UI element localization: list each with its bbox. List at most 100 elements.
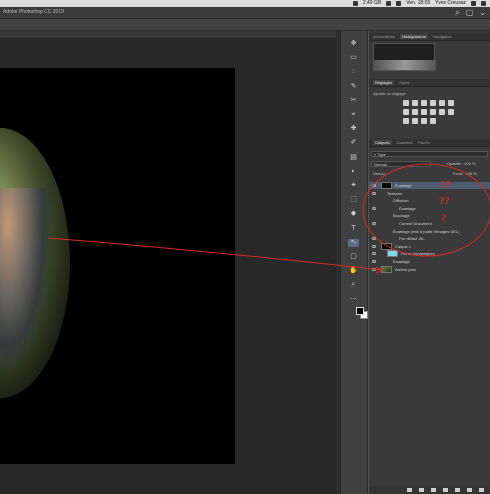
- bw-icon[interactable]: [412, 109, 418, 115]
- history-brush-tool-icon[interactable]: ✦: [348, 182, 359, 190]
- mask-icon[interactable]: [431, 488, 436, 492]
- dodge-tool-icon[interactable]: ↖: [348, 238, 359, 247]
- trash-icon[interactable]: [479, 488, 484, 492]
- eye-icon[interactable]: [372, 184, 376, 187]
- layer-row[interactable]: Current Document: [369, 220, 490, 227]
- layer-name: Current Document: [399, 221, 432, 226]
- layer-name: Écaelage (rédi à partir d'images DEL): [393, 228, 460, 234]
- fill-control[interactable]: Fond : 100 %: [453, 171, 477, 176]
- photo-filter-icon[interactable]: [421, 109, 427, 115]
- layer-row[interactable]: Calque 1: [369, 242, 490, 250]
- shape-tool-icon[interactable]: ⋯: [348, 296, 359, 304]
- eye-icon[interactable]: [372, 252, 376, 256]
- lookup-icon[interactable]: [439, 109, 445, 115]
- eye-icon[interactable]: [372, 206, 376, 210]
- new-layer-icon[interactable]: [467, 488, 472, 492]
- eye-icon[interactable]: [372, 237, 376, 241]
- exposure-icon[interactable]: [430, 100, 436, 106]
- threshold-icon[interactable]: [412, 118, 418, 124]
- layer-row[interactable]: Par défaut ISL: [369, 235, 490, 242]
- channel-mixer-icon[interactable]: [430, 109, 436, 115]
- marquee-tool-icon[interactable]: ▭: [348, 54, 359, 62]
- tab-informations[interactable]: Informations: [373, 34, 395, 39]
- move-tool-icon[interactable]: ✥: [348, 40, 359, 48]
- tab-histogram[interactable]: Histogramme: [400, 34, 428, 39]
- hue-icon[interactable]: [448, 100, 454, 106]
- brightness-icon[interactable]: [403, 100, 409, 106]
- layer-row[interactable]: Diffusion: [369, 197, 490, 204]
- eye-icon[interactable]: [372, 267, 376, 271]
- crop-tool-icon[interactable]: ✂: [348, 97, 359, 105]
- adjustment-layer-icon[interactable]: [443, 488, 448, 492]
- tab-layers[interactable]: Calques: [373, 140, 392, 145]
- tab-navigation[interactable]: Navigation: [433, 34, 452, 39]
- type-tool-icon[interactable]: ✋: [348, 267, 359, 275]
- clock: Ven. 18:09: [406, 0, 431, 6]
- eye-icon[interactable]: [372, 191, 376, 195]
- layer-row[interactable]: Filtres dynamiques: [369, 250, 490, 258]
- layer-name: Diffusion: [393, 198, 409, 204]
- lasso-tool-icon[interactable]: ◌: [348, 68, 359, 76]
- eye-icon[interactable]: [372, 222, 376, 225]
- gradient-tool-icon[interactable]: ◆: [348, 210, 359, 218]
- quick-select-tool-icon[interactable]: ✎: [348, 83, 359, 91]
- frame-tool-icon[interactable]: ⌖: [348, 111, 359, 119]
- document-tab[interactable]: [0, 31, 336, 39]
- layer-name: Textures: [387, 190, 403, 196]
- workspace-icon[interactable]: ▢: [466, 8, 474, 18]
- volume-icon[interactable]: [396, 1, 402, 6]
- layer-row[interactable]: Bouclage: [369, 212, 490, 219]
- pen-tool-icon[interactable]: ▢: [348, 253, 359, 261]
- eye-icon[interactable]: [372, 260, 376, 263]
- curves-icon[interactable]: [421, 100, 427, 106]
- chevron-down-icon[interactable]: ⌄: [479, 8, 486, 18]
- eye-icon[interactable]: [372, 244, 376, 248]
- histogram-graph: [373, 43, 436, 71]
- balance-icon[interactable]: [403, 109, 409, 115]
- brush-tool-icon[interactable]: ▤: [348, 154, 359, 162]
- fx-icon[interactable]: [419, 488, 424, 492]
- layer-row[interactable]: Textures: [369, 190, 490, 197]
- opacity-control[interactable]: Opacité : 100 %: [447, 161, 475, 166]
- eraser-tool-icon[interactable]: ⬚: [348, 196, 359, 204]
- tab-adjustments[interactable]: Réglages: [373, 80, 394, 85]
- wifi-icon[interactable]: [386, 1, 392, 6]
- invert-icon[interactable]: [448, 109, 454, 115]
- gradient-map-icon[interactable]: [421, 118, 427, 124]
- layer-thumbnail: [381, 242, 392, 250]
- user-name[interactable]: Yves Creusaz: [435, 0, 466, 7]
- layer-filter-select[interactable]: ⌕ Type: [371, 151, 488, 157]
- vibrance-icon[interactable]: [439, 100, 445, 106]
- menu-list-icon[interactable]: [481, 1, 486, 6]
- layer-name: Écaelage: [395, 183, 412, 188]
- tab-paths[interactable]: Tracés: [417, 140, 429, 145]
- layer-row[interactable]: Écaelage: [369, 205, 490, 212]
- selective-color-icon[interactable]: [430, 118, 436, 124]
- blend-mode-select[interactable]: Normal: [371, 161, 431, 167]
- lock-label: Verrou :: [373, 171, 388, 176]
- blur-tool-icon[interactable]: T: [348, 225, 359, 233]
- layer-name: Écaelage: [399, 205, 416, 211]
- layer-thumbnail: [387, 250, 398, 258]
- options-bar: [0, 19, 490, 31]
- posterize-icon[interactable]: [403, 118, 409, 124]
- folder-icon[interactable]: [455, 488, 460, 492]
- layer-row[interactable]: Écaelage (rédi à partir d'images DEL): [369, 228, 490, 235]
- layer-row[interactable]: Arrière-plan: [369, 265, 490, 273]
- annotation-question-2: ??: [439, 195, 450, 207]
- layer-row[interactable]: Écaelage: [369, 258, 490, 265]
- eyedropper-tool-icon[interactable]: ✚: [348, 125, 359, 133]
- stamp-tool-icon[interactable]: ◐: [348, 168, 359, 176]
- photo-subject: [0, 188, 50, 368]
- image-canvas[interactable]: [0, 68, 235, 464]
- healing-tool-icon[interactable]: ✐: [348, 139, 359, 147]
- foreground-color-swatch[interactable]: [356, 307, 364, 315]
- tab-channels[interactable]: Couches: [397, 140, 413, 145]
- path-select-tool-icon[interactable]: ⌕: [348, 281, 359, 289]
- levels-icon[interactable]: [412, 100, 418, 106]
- search-icon[interactable]: ⌕: [455, 8, 459, 18]
- tab-styles[interactable]: Styles: [399, 80, 410, 85]
- search-icon[interactable]: [471, 1, 476, 6]
- layer-row[interactable]: Écaelage: [369, 182, 490, 189]
- link-icon[interactable]: [407, 488, 412, 492]
